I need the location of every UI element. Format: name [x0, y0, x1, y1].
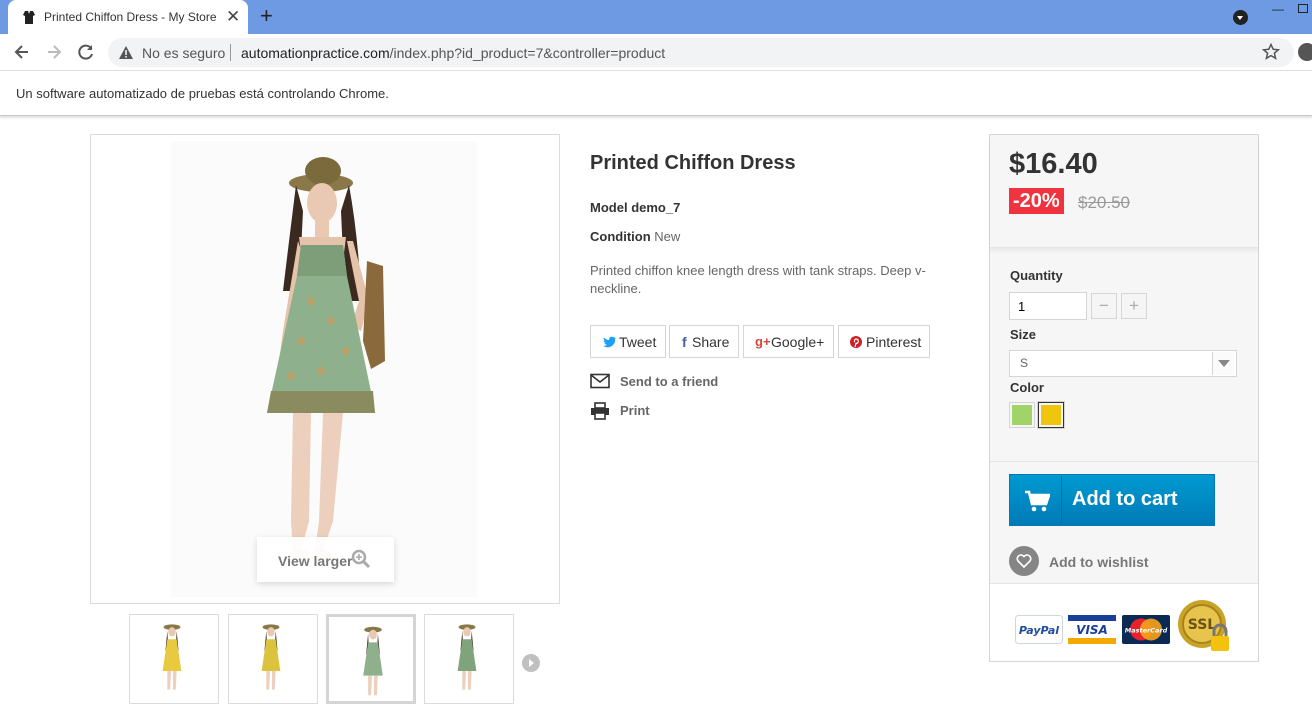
product-thumbnail[interactable] — [424, 614, 514, 704]
pinterest-button[interactable]: Pinterest — [838, 325, 930, 358]
tweet-label: Tweet — [619, 334, 657, 350]
back-arrow-icon[interactable] — [12, 42, 32, 62]
add-to-wishlist-label: Add to wishlist — [1049, 554, 1149, 570]
profile-avatar-icon[interactable] — [1298, 43, 1312, 61]
options-divider — [990, 461, 1258, 462]
shopping-cart-icon — [1025, 490, 1050, 512]
model-value: demo_7 — [631, 200, 681, 215]
quantity-minus-button[interactable]: − — [1091, 293, 1117, 319]
thumbnail-photo — [457, 624, 477, 690]
twitter-bird-icon — [603, 336, 616, 348]
product-condition: Condition New — [590, 229, 680, 244]
heart-icon — [1009, 546, 1039, 576]
discount-badge: -20% — [1009, 188, 1064, 214]
product-description: Printed chiffon knee length dress with t… — [590, 263, 926, 296]
current-price: $16.40 — [1009, 148, 1098, 180]
print-link[interactable]: Print — [590, 402, 660, 420]
color-swatch-yellow[interactable] — [1037, 401, 1065, 429]
envelope-icon — [590, 373, 610, 389]
view-larger-label: View larger — [278, 553, 353, 569]
browser-tab[interactable]: Printed Chiffon Dress - My Store ✕ — [8, 0, 248, 34]
forward-arrow-icon[interactable] — [44, 42, 64, 62]
paypal-logo-text: PayPal — [1019, 624, 1059, 637]
google-label: Google+ — [771, 334, 825, 350]
browser-toolbar: No es seguro automationpractice.com/inde… — [0, 34, 1312, 70]
color-swatch-yellow-fill — [1041, 405, 1061, 425]
automation-infobar: Un software automatizado de pruebas está… — [0, 70, 1312, 116]
product-model: Model demo_7 — [590, 200, 680, 215]
new-tab-plus-icon[interactable]: + — [260, 5, 273, 27]
pinterest-label: Pinterest — [866, 334, 922, 350]
visa-logo-text: VISA — [1076, 623, 1108, 637]
product-title: Printed Chiffon Dress — [590, 152, 796, 174]
google-plus-button[interactable]: g+ Google+ — [743, 325, 834, 358]
model-label: Model — [590, 200, 628, 215]
dress-photo — [171, 141, 477, 597]
thumbnail-photo — [363, 626, 383, 696]
window-maximize-icon[interactable] — [1298, 4, 1308, 13]
ssl-seal-logo: SSL — [1178, 600, 1229, 651]
share-label: Share — [692, 334, 730, 350]
tab-search-dropdown-icon[interactable] — [1233, 10, 1248, 25]
quantity-input[interactable] — [1009, 292, 1087, 320]
facebook-icon: f — [682, 334, 687, 350]
tab-title: Printed Chiffon Dress - My Store — [44, 10, 217, 24]
thumbnail-photo — [261, 624, 281, 690]
paypal-logo: PayPal — [1015, 615, 1063, 644]
bookmark-star-icon[interactable] — [1262, 43, 1280, 61]
store-favicon-icon — [23, 11, 35, 24]
send-to-friend-label: Send to a friend — [620, 374, 719, 389]
condition-label: Condition — [590, 229, 651, 244]
browser-tabbar: Printed Chiffon Dress - My Store ✕ + — — [0, 0, 1312, 34]
infobar-text: Un software automatizado de pruebas está… — [16, 86, 389, 101]
thumbnail-next-icon[interactable] — [522, 654, 540, 672]
payment-logos: PayPal VISA MasterCard SSL — [990, 583, 1258, 661]
mastercard-logo: MasterCard — [1122, 615, 1170, 644]
mastercard-logo-text: MasterCard — [1125, 627, 1168, 635]
zoom-magnifier-icon — [351, 549, 371, 569]
warning-triangle-icon[interactable] — [118, 45, 134, 60]
url-path: /index.php?id_product=7&controller=produ… — [389, 45, 666, 61]
tweet-button[interactable]: Tweet — [590, 325, 666, 358]
tab-close-icon[interactable]: ✕ — [226, 8, 240, 25]
color-swatch-green-fill — [1012, 405, 1032, 425]
color-swatch-green[interactable] — [1009, 402, 1035, 428]
condition-value: New — [654, 229, 681, 244]
product-thumbnail[interactable] — [228, 614, 318, 704]
send-to-friend-link[interactable]: Send to a friend — [590, 373, 730, 391]
cart-icon-box — [1011, 476, 1062, 524]
window-minimize-icon[interactable]: — — [1272, 2, 1284, 16]
reload-icon[interactable] — [76, 42, 96, 62]
product-thumbnail[interactable] — [129, 614, 219, 704]
visa-logo: VISA — [1068, 615, 1116, 644]
address-bar[interactable]: No es seguro automationpractice.com/inde… — [108, 38, 1294, 67]
price-block: $16.40 -20% $20.50 — [990, 135, 1258, 248]
print-label: Print — [620, 403, 650, 418]
quantity-label: Quantity — [1010, 268, 1063, 283]
url-domain: automationpractice.com — [241, 45, 390, 61]
quantity-plus-button[interactable]: + — [1121, 293, 1147, 319]
not-secure-label: No es seguro — [142, 45, 226, 61]
size-selected-value: S — [1020, 356, 1029, 370]
pinterest-icon — [850, 336, 862, 348]
product-main-image[interactable]: View larger — [90, 134, 560, 604]
facebook-share-button[interactable]: f Share — [669, 325, 739, 358]
product-thumbnail[interactable] — [326, 614, 416, 704]
thumbnail-photo — [162, 624, 182, 690]
color-label: Color — [1010, 380, 1044, 395]
old-price: $20.50 — [1078, 193, 1130, 212]
omnibox-separator — [230, 44, 231, 61]
add-to-cart-label: Add to cart — [1072, 488, 1178, 510]
size-label: Size — [1010, 327, 1037, 342]
url-text[interactable]: automationpractice.com/index.php?id_prod… — [241, 45, 665, 61]
view-larger-button[interactable]: View larger — [257, 537, 394, 582]
chevron-down-icon[interactable] — [1212, 352, 1235, 375]
add-to-cart-button[interactable]: Add to cart — [1009, 474, 1215, 526]
ssl-seal-text: SSL — [1188, 617, 1217, 633]
google-plus-icon: g+ — [755, 334, 771, 349]
buy-box: $16.40 -20% $20.50 Quantity − + Size S C… — [989, 134, 1259, 662]
size-select[interactable]: S — [1009, 350, 1237, 377]
printer-icon — [591, 402, 609, 420]
